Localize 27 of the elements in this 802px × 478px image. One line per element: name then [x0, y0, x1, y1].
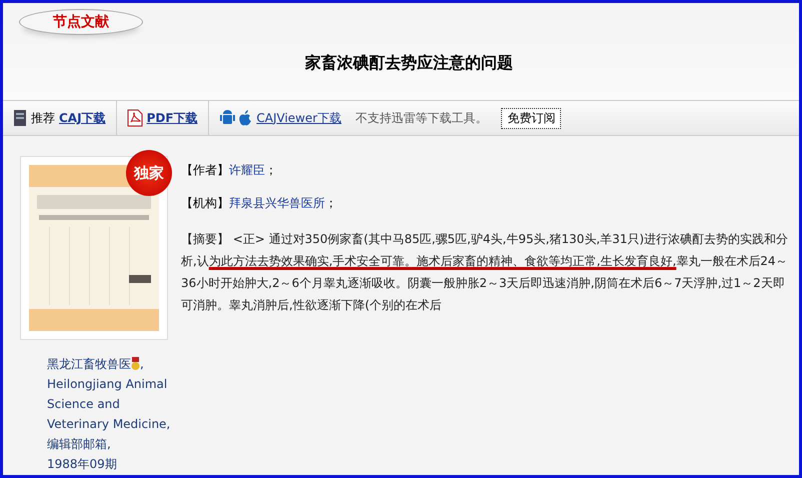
recommend-label: 推荐 [31, 110, 55, 126]
field-link[interactable]: 许耀臣 [229, 162, 265, 179]
journal-info: Veterinary Medicine, [47, 416, 169, 433]
book-icon [13, 109, 27, 127]
separator: ； [265, 162, 277, 179]
article-title: 家畜浓碘酊去势应注意的问题 [305, 53, 513, 74]
journal-name-link[interactable]: 黑龙江畜牧兽医 [47, 354, 131, 374]
medal-icon [131, 357, 140, 371]
download-link[interactable]: CAJViewer下载 [256, 110, 342, 126]
field-link[interactable]: 拜泉县兴华兽医所 [229, 195, 325, 212]
exclusive-badge: 独家 [126, 150, 172, 196]
pdf-icon [126, 109, 143, 127]
android-apple-icon [218, 109, 253, 127]
field-label: 【作者】 [181, 162, 229, 179]
field-label: 【机构】 [181, 195, 229, 212]
download-link[interactable]: PDF下载 [146, 110, 198, 126]
journal-info: 1988年09期 [47, 456, 118, 473]
abstract-text: 【摘要】 <正> 通过对350例家畜(其中马85匹,骡5匹,驴4头,牛95头,猪130头,羊31只)进行浓碘酊去势的实践和分析,认为此方法去势效果确实,手术安全可靠。施术后家畜的精神、食欲等均正常,生长发育良好,睾丸一般在术后24～36小时开始肿大,2～6个月睾丸逐渐吸收。阴囊一般肿胀2～3天后即迅速消肿,阴筒在术后6～7天浮肿,过1～2天即可消肿。睾丸消肿后,性欲逐渐下降(个别的在术后 [181, 231, 790, 314]
separator: ； [325, 195, 337, 212]
subscribe-button[interactable]: 免费订阅 [501, 108, 562, 128]
download-note: 不支持迅雷等下载工具。 [355, 110, 488, 126]
journal-info: Science and [47, 396, 121, 413]
journal-info: 编辑部邮箱, [47, 436, 112, 453]
journal-info: Heilongjiang Animal [47, 376, 168, 393]
site-logo[interactable]: 节点文献 [19, 9, 143, 35]
comma: , [140, 356, 144, 373]
download-link[interactable]: CAJ下载 [59, 110, 106, 126]
